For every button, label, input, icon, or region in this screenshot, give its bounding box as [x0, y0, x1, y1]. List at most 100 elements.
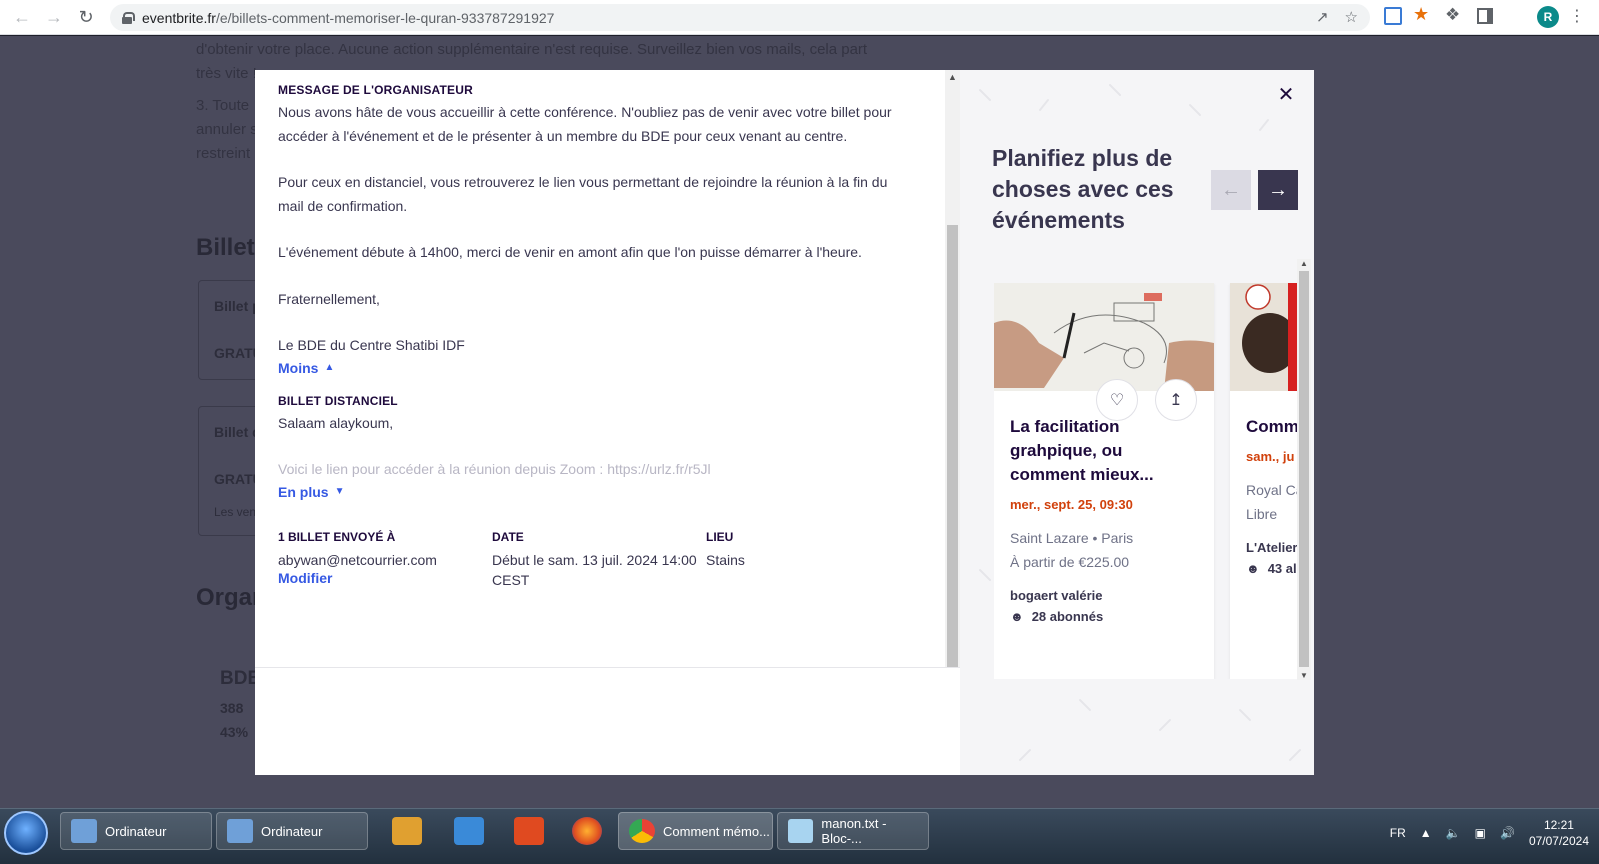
clock[interactable]: 12:21 07/07/2024	[1529, 817, 1589, 849]
info-date: DATE Début le sam. 13 juil. 2024 14:00 C…	[492, 530, 706, 590]
event-date: Début le sam. 13 juil. 2024 14:00 CEST	[492, 551, 697, 588]
modify-link[interactable]: Modifier	[278, 570, 332, 586]
recipient-email: abywan@netcourrier.com	[278, 551, 437, 568]
event-location: Royal Ca	[1246, 482, 1297, 498]
scroll-down-arrow-icon[interactable]: ▼	[1300, 671, 1308, 680]
notepad-icon	[788, 819, 814, 843]
carousel-next-button[interactable]: →	[1258, 170, 1298, 210]
event-title: La facilitation grahpique, ou comment mi…	[1010, 417, 1154, 484]
share-upload-icon[interactable]: ↥	[1155, 379, 1197, 421]
computer-icon	[227, 819, 253, 843]
back-icon[interactable]: ←	[6, 1, 38, 33]
office-icon[interactable]	[514, 817, 544, 845]
order-details-panel: MESSAGE DE L'ORGANISATEUR Nous avons hât…	[255, 70, 960, 775]
recommendations-title: Planifiez plus de choses avec ces événem…	[992, 145, 1174, 233]
ticket-distanciel-p1: Salaam alaykoum,	[278, 414, 394, 431]
language-indicator[interactable]: FR	[1390, 826, 1406, 840]
bg-text-line: restreint	[196, 145, 251, 162]
firefox-icon[interactable]	[572, 817, 602, 845]
chevron-down-icon: ▼	[334, 486, 345, 497]
browser-toolbar: ← → ↻ eventbrite.fr/e/billets-comment-me…	[0, 0, 1599, 35]
info-place: LIEU Stains	[706, 530, 920, 590]
volume-icon[interactable]: 🔊	[1500, 826, 1515, 840]
event-date: mer., sept. 25, 09:30	[1010, 497, 1133, 512]
event-image	[994, 283, 1214, 391]
ticket-distanciel-p2: Voici le lien pour accéder à la réunion …	[278, 461, 711, 477]
heart-icon[interactable]: ♡	[1096, 379, 1138, 421]
close-icon[interactable]: ✕	[1274, 82, 1298, 106]
person-icon: ☻	[1246, 561, 1260, 576]
bookmark-star-icon[interactable]: ☆	[1345, 8, 1358, 26]
bg-card-label: Billet d	[214, 424, 261, 440]
left-scrollbar[interactable]: ▲	[945, 70, 960, 667]
event-date: sam., ju	[1246, 449, 1295, 464]
event-card[interactable]: Comm sport : les J sam., ju Royal Ca Lib…	[1230, 283, 1297, 679]
taskbar-item-notepad[interactable]: manon.txt - Bloc-...	[777, 812, 929, 850]
modal-footer	[255, 667, 960, 775]
carousel-scrollbar[interactable]: ▲ ▼	[1297, 259, 1311, 680]
organizer-message-p3: L'événement débute à 14h00, merci de ven…	[278, 244, 862, 260]
media-player-icon[interactable]	[392, 817, 422, 845]
taskbar-item-chrome[interactable]: Comment mémo...	[618, 812, 773, 850]
event-followers: ☻ 28 abonnés	[1010, 609, 1104, 624]
taskbar-item-ordinateur[interactable]: Ordinateur	[60, 812, 212, 850]
event-card[interactable]: ♡ ↥ La facilitation grahpique, ou commen…	[994, 283, 1214, 679]
scroll-up-arrow-icon[interactable]: ▲	[1300, 259, 1308, 268]
bg-text-line: d'obtenir votre place. Aucune action sup…	[196, 41, 868, 58]
event-place: Stains	[706, 551, 745, 568]
bg-org-percent: 43%	[220, 724, 249, 740]
taskbar-item-ordinateur[interactable]: Ordinateur	[216, 812, 368, 850]
address-bar[interactable]: eventbrite.fr/e/billets-comment-memorise…	[110, 4, 1370, 31]
extension-star-icon[interactable]: ★	[1413, 4, 1429, 25]
chevron-up-icon: ▲	[324, 362, 335, 373]
event-image	[1230, 283, 1297, 391]
organizer-message-p1: Nous avons hâte de vous accueillir à cet…	[278, 104, 892, 144]
taskbar: Ordinateur Ordinateur Comment mémo... ma…	[0, 808, 1599, 864]
bg-text-line: annuler s	[196, 121, 258, 138]
bg-text-line: 3. Toute	[196, 97, 250, 114]
extensions-puzzle-icon[interactable]: ❖	[1445, 5, 1460, 25]
bg-card-note: Les ven	[214, 505, 257, 519]
menu-dots-icon[interactable]: ⋮	[1569, 6, 1585, 26]
profile-avatar[interactable]: R	[1537, 6, 1559, 28]
order-details-scroll[interactable]: MESSAGE DE L'ORGANISATEUR Nous avons hât…	[255, 70, 945, 667]
scrollbar-thumb[interactable]	[1299, 271, 1309, 667]
ticket-distanciel-title: BILLET DISTANCIEL	[278, 393, 398, 408]
extension-s-icon[interactable]	[1384, 7, 1402, 25]
carousel-prev-button[interactable]: ←	[1211, 170, 1251, 210]
bg-org-followers: 388	[220, 700, 244, 716]
share-icon[interactable]: ↗	[1316, 8, 1329, 26]
reload-icon[interactable]: ↻	[70, 1, 102, 33]
event-location: Saint Lazare • Paris	[1010, 530, 1134, 546]
arrow-left-icon: ←	[1221, 178, 1241, 201]
show-less-button[interactable]: Moins ▲	[278, 360, 334, 376]
event-price: À partir de €225.00	[1010, 554, 1130, 570]
network-icon[interactable]: ▣	[1475, 826, 1486, 840]
scrollbar-thumb[interactable]	[947, 225, 958, 667]
lock-icon	[122, 11, 135, 24]
forward-icon[interactable]: →	[38, 1, 70, 33]
event-organizer: L'Atelier	[1246, 540, 1297, 555]
bg-card-label: Billet p	[214, 298, 261, 314]
event-followers: ☻ 43 al	[1246, 561, 1297, 576]
show-more-button[interactable]: En plus ▼	[278, 484, 344, 500]
order-info: 1 BILLET ENVOYÉ À abywan@netcourrier.com…	[278, 530, 945, 590]
recommendations-panel: ✕ Planifiez plus de choses avec ces évén…	[960, 70, 1314, 775]
organizer-message-p5: Le BDE du Centre Shatibi IDF	[278, 337, 465, 353]
side-panel-icon[interactable]	[1477, 8, 1493, 24]
paint-icon[interactable]	[454, 817, 484, 845]
arrow-right-icon: →	[1268, 178, 1288, 201]
speaker-icon[interactable]: 🔈	[1446, 826, 1461, 840]
event-organizer: bogaert valérie	[1010, 588, 1103, 603]
tray-expand-icon[interactable]: ▲	[1420, 826, 1432, 840]
organizer-message-p2: Pour ceux en distanciel, vous retrouvere…	[278, 174, 888, 214]
scroll-up-arrow-icon[interactable]: ▲	[948, 72, 957, 82]
start-button[interactable]	[4, 811, 48, 855]
info-sent-to: 1 BILLET ENVOYÉ À abywan@netcourrier.com…	[278, 530, 492, 590]
url-text: eventbrite.fr/e/billets-comment-memorise…	[142, 9, 555, 26]
event-carousel: ♡ ↥ La facilitation grahpique, ou commen…	[994, 283, 1297, 679]
bg-text-line: très vite !	[196, 65, 257, 82]
system-tray: FR ▲ 🔈 ▣ 🔊 12:21 07/07/2024	[1390, 817, 1589, 849]
computer-icon	[71, 819, 97, 843]
chrome-icon	[629, 819, 655, 843]
